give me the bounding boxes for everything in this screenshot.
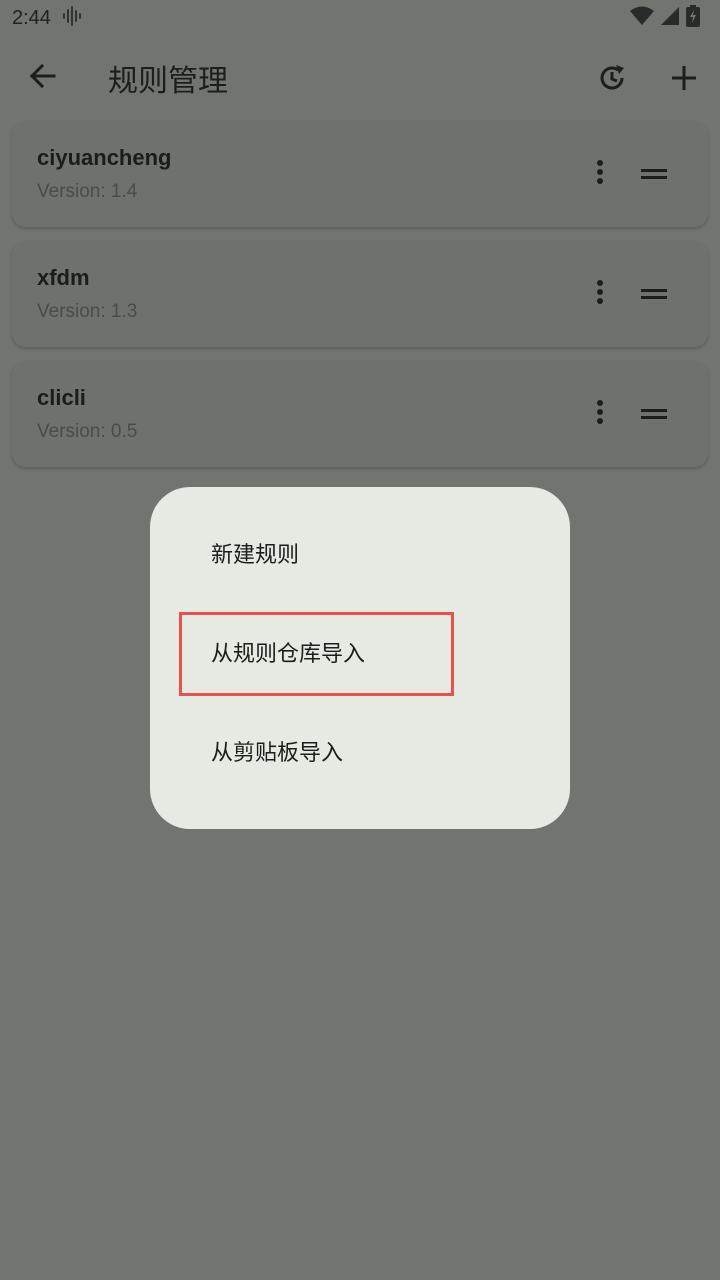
more-options-button[interactable] bbox=[586, 397, 614, 431]
drag-handle-icon bbox=[641, 165, 667, 184]
history-button[interactable] bbox=[590, 58, 634, 102]
audio-wave-icon bbox=[61, 5, 83, 31]
more-vert-icon bbox=[596, 399, 604, 429]
add-button[interactable] bbox=[662, 58, 706, 102]
signal-icon bbox=[660, 6, 680, 30]
rule-version: Version: 1.3 bbox=[37, 301, 138, 322]
arrow-left-icon bbox=[28, 62, 56, 94]
highlight-box bbox=[179, 612, 454, 696]
menu-item-new-rule[interactable]: 新建规则 bbox=[150, 513, 570, 593]
drag-handle-icon bbox=[641, 405, 667, 424]
more-options-button[interactable] bbox=[586, 277, 614, 311]
rule-card[interactable]: xfdm Version: 1.3 bbox=[12, 241, 708, 347]
wifi-icon bbox=[630, 6, 654, 30]
status-time: 2:44 bbox=[12, 6, 51, 29]
history-icon bbox=[596, 62, 628, 98]
status-left: 2:44 bbox=[12, 5, 83, 31]
rule-version: Version: 1.4 bbox=[37, 181, 138, 202]
battery-icon bbox=[686, 5, 700, 31]
more-options-button[interactable] bbox=[586, 157, 614, 191]
drag-handle-icon bbox=[641, 285, 667, 304]
rule-name: clicli bbox=[37, 385, 86, 410]
menu-item-import-from-clipboard[interactable]: 从剪贴板导入 bbox=[150, 711, 570, 791]
back-button[interactable] bbox=[22, 58, 62, 98]
rule-card[interactable]: ciyuancheng Version: 1.4 bbox=[12, 121, 708, 227]
page-title: 规则管理 bbox=[108, 64, 228, 99]
rule-card[interactable]: clicli Version: 0.5 bbox=[12, 361, 708, 467]
status-right bbox=[630, 5, 700, 31]
rule-version: Version: 0.5 bbox=[37, 421, 138, 442]
plus-icon bbox=[671, 65, 697, 95]
drag-handle[interactable] bbox=[638, 401, 670, 427]
app-bar: 规则管理 bbox=[0, 40, 720, 116]
more-vert-icon bbox=[596, 159, 604, 189]
drag-handle[interactable] bbox=[638, 281, 670, 307]
status-bar: 2:44 bbox=[0, 0, 720, 36]
more-vert-icon bbox=[596, 279, 604, 309]
rule-list: ciyuancheng Version: 1.4 xfdm Version: 1… bbox=[12, 121, 708, 481]
drag-handle[interactable] bbox=[638, 161, 670, 187]
rule-name: ciyuancheng bbox=[37, 145, 172, 170]
rule-name: xfdm bbox=[37, 265, 90, 290]
